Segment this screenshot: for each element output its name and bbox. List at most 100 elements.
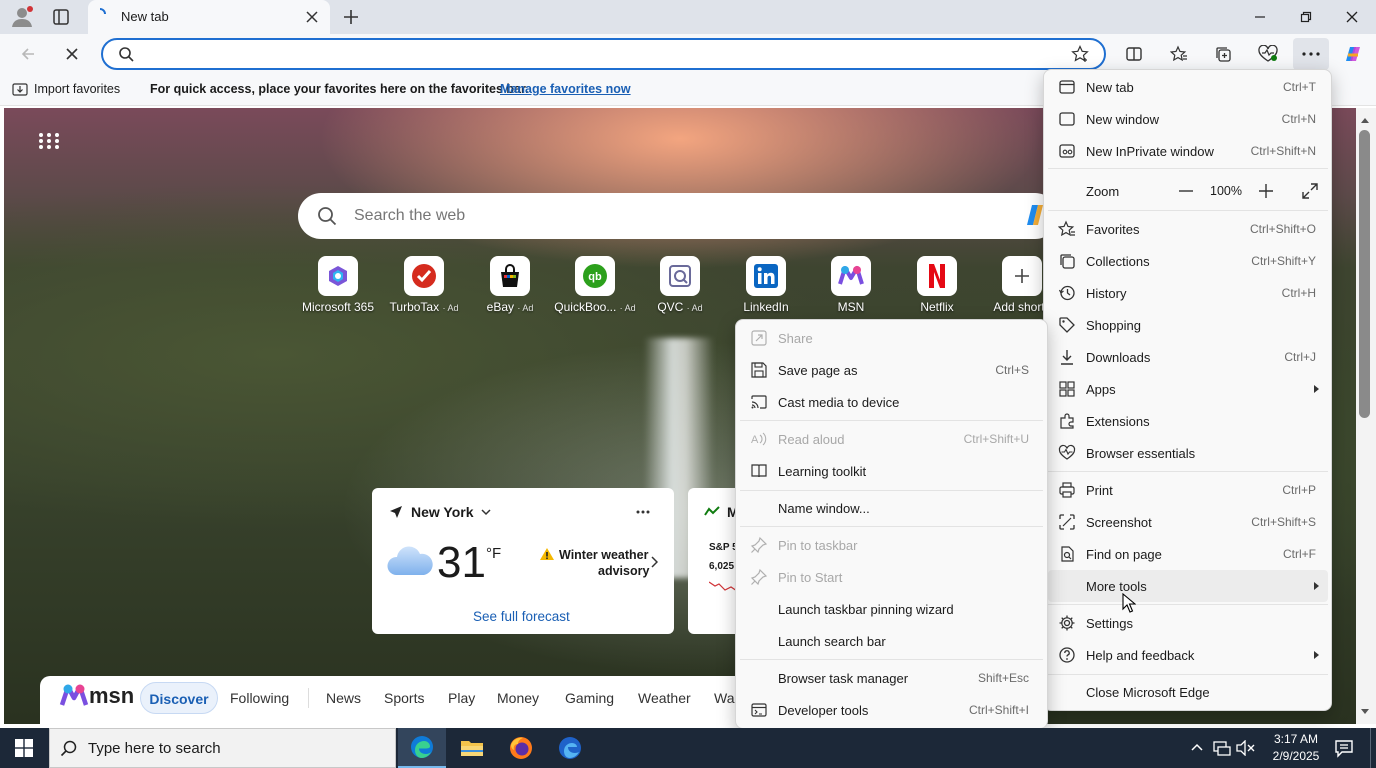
quick-link-qvc[interactable]: QVC · Ad — [638, 256, 722, 314]
copilot-search-icon[interactable] — [1024, 203, 1044, 227]
zoom-out-button[interactable] — [1176, 182, 1196, 200]
menu-extensions[interactable]: Extensions — [1048, 405, 1328, 437]
tab-weather[interactable]: Weather — [638, 690, 691, 706]
shopping-icon — [1058, 316, 1076, 334]
netflix-icon — [917, 256, 957, 296]
close-tab-icon[interactable] — [305, 10, 319, 24]
tab-sports[interactable]: Sports — [384, 690, 424, 706]
new-tab-button[interactable] — [342, 8, 360, 26]
search-icon — [118, 46, 134, 62]
ad-badge: · Ad — [442, 303, 459, 313]
submenu-launch-search-bar[interactable]: Launch search bar — [740, 625, 1043, 657]
collections-icon[interactable] — [1208, 40, 1238, 68]
ad-badge: · Ad — [517, 303, 534, 313]
mouse-cursor-icon — [1122, 593, 1136, 613]
taskbar-date[interactable]: 2/9/2025 — [1264, 749, 1328, 763]
submenu-developer-tools[interactable]: Developer tools Ctrl+Shift+I — [740, 694, 1043, 726]
quick-link-microsoft365[interactable]: Microsoft 365 — [296, 256, 380, 314]
menu-settings[interactable]: Settings — [1048, 607, 1328, 639]
menu-shopping[interactable]: Shopping — [1048, 309, 1328, 341]
submenu-launch-taskbar-pinning-wizard[interactable]: Launch taskbar pinning wizard — [740, 593, 1043, 625]
scrollbar-thumb[interactable] — [1359, 130, 1370, 418]
tab-play[interactable]: Play — [448, 690, 475, 706]
quickbooks-icon: qb — [575, 256, 615, 296]
close-window-button[interactable] — [1329, 0, 1375, 34]
back-button[interactable] — [13, 40, 43, 68]
tab-news[interactable]: News — [326, 690, 361, 706]
submenu-name-window[interactable]: Name window... — [740, 492, 1043, 524]
menu-new-window[interactable]: New window Ctrl+N — [1048, 103, 1328, 135]
menu-shortcut: Ctrl+Shift+O — [1249, 222, 1316, 236]
weather-location[interactable]: New York — [411, 504, 474, 520]
manage-favorites-link[interactable]: Manage favorites now — [500, 82, 631, 96]
submenu-cast-media[interactable]: Cast media to device — [740, 386, 1043, 418]
browser-essentials-icon[interactable] — [1253, 40, 1283, 68]
menu-history[interactable]: History Ctrl+H — [1048, 277, 1328, 309]
taskbar-file-explorer-icon[interactable] — [448, 728, 496, 768]
show-desktop-button[interactable] — [1370, 728, 1376, 768]
taskbar-edge-icon[interactable] — [398, 728, 446, 768]
tab-watch[interactable]: Wa — [714, 690, 734, 706]
quick-link-turbotax[interactable]: TurboTax · Ad — [382, 256, 466, 314]
more-options-icon[interactable] — [636, 510, 650, 514]
weather-alert[interactable]: Winter weather — [559, 548, 649, 562]
submenu-browser-task-manager[interactable]: Browser task manager Shift+Esc — [740, 662, 1043, 694]
app-launcher-icon[interactable] — [38, 132, 60, 150]
taskbar-edge-beta-icon[interactable] — [546, 728, 594, 768]
quick-link-quickbooks[interactable]: qb QuickBoo... · Ad — [553, 256, 637, 314]
menu-collections[interactable]: Collections Ctrl+Shift+Y — [1048, 245, 1328, 277]
address-bar[interactable] — [101, 38, 1106, 70]
quick-link-msn[interactable]: MSN — [809, 256, 893, 314]
profile-icon[interactable] — [10, 5, 34, 29]
weather-alert-line2[interactable]: advisory — [598, 564, 649, 578]
scroll-down-icon[interactable] — [1360, 708, 1370, 716]
menu-more-tools[interactable]: More tools — [1048, 570, 1328, 602]
tab-money[interactable]: Money — [497, 690, 539, 706]
tab-actions-icon[interactable] — [52, 8, 70, 26]
minimize-button[interactable] — [1237, 0, 1283, 34]
menu-favorites[interactable]: Favorites Ctrl+Shift+O — [1048, 213, 1328, 245]
notifications-icon[interactable] — [1334, 738, 1354, 758]
fullscreen-button[interactable] — [1300, 181, 1320, 201]
stop-loading-button[interactable] — [57, 40, 87, 68]
show-hidden-icons-icon[interactable] — [1190, 741, 1204, 755]
msn-logo-icon[interactable] — [59, 683, 89, 709]
submenu-learning-toolkit[interactable]: Learning toolkit — [740, 455, 1043, 487]
menu-find-on-page[interactable]: Find on page Ctrl+F — [1048, 538, 1328, 570]
menu-new-inprivate-window[interactable]: New InPrivate window Ctrl+Shift+N — [1048, 135, 1328, 167]
menu-close-microsoft-edge[interactable]: Close Microsoft Edge — [1048, 676, 1328, 708]
menu-downloads[interactable]: Downloads Ctrl+J — [1048, 341, 1328, 373]
scroll-up-icon[interactable] — [1360, 116, 1370, 124]
split-screen-icon[interactable] — [1119, 40, 1149, 68]
chevron-right-icon[interactable] — [650, 556, 658, 568]
menu-new-tab[interactable]: New tab Ctrl+T — [1048, 71, 1328, 103]
taskbar-time[interactable]: 3:17 AM — [1267, 732, 1325, 746]
copilot-icon[interactable] — [1342, 43, 1364, 65]
favorites-icon[interactable] — [1164, 40, 1194, 68]
quick-link-linkedin[interactable]: LinkedIn — [724, 256, 808, 314]
msn-logo-text[interactable]: msn — [89, 683, 134, 709]
taskbar-firefox-icon[interactable] — [497, 728, 545, 768]
menu-print[interactable]: Print Ctrl+P — [1048, 474, 1328, 506]
quick-link-ebay[interactable]: eBay · Ad — [468, 256, 552, 314]
tab-gaming[interactable]: Gaming — [565, 690, 614, 706]
menu-help-and-feedback[interactable]: Help and feedback — [1048, 639, 1328, 671]
see-full-forecast-link[interactable]: See full forecast — [473, 609, 570, 624]
zoom-in-button[interactable] — [1256, 182, 1276, 200]
menu-screenshot[interactable]: Screenshot Ctrl+Shift+S — [1048, 506, 1328, 538]
menu-browser-essentials[interactable]: Browser essentials — [1048, 437, 1328, 469]
menu-apps[interactable]: Apps — [1048, 373, 1328, 405]
restore-button[interactable] — [1283, 0, 1329, 34]
start-button[interactable] — [0, 728, 48, 768]
msn-tab-divider — [308, 688, 309, 708]
tab-following[interactable]: Following — [230, 690, 289, 706]
add-favorite-icon[interactable] — [1071, 45, 1089, 63]
tab-discover[interactable]: Discover — [140, 682, 218, 714]
settings-and-more-button[interactable] — [1293, 38, 1329, 70]
volume-muted-icon[interactable] — [1236, 740, 1256, 756]
network-icon[interactable] — [1213, 740, 1231, 756]
chevron-down-icon[interactable] — [481, 508, 491, 516]
submenu-save-page-as[interactable]: Save page as Ctrl+S — [740, 354, 1043, 386]
import-favorites-button[interactable]: Import favorites — [34, 82, 120, 96]
quick-link-netflix[interactable]: Netflix — [895, 256, 979, 314]
